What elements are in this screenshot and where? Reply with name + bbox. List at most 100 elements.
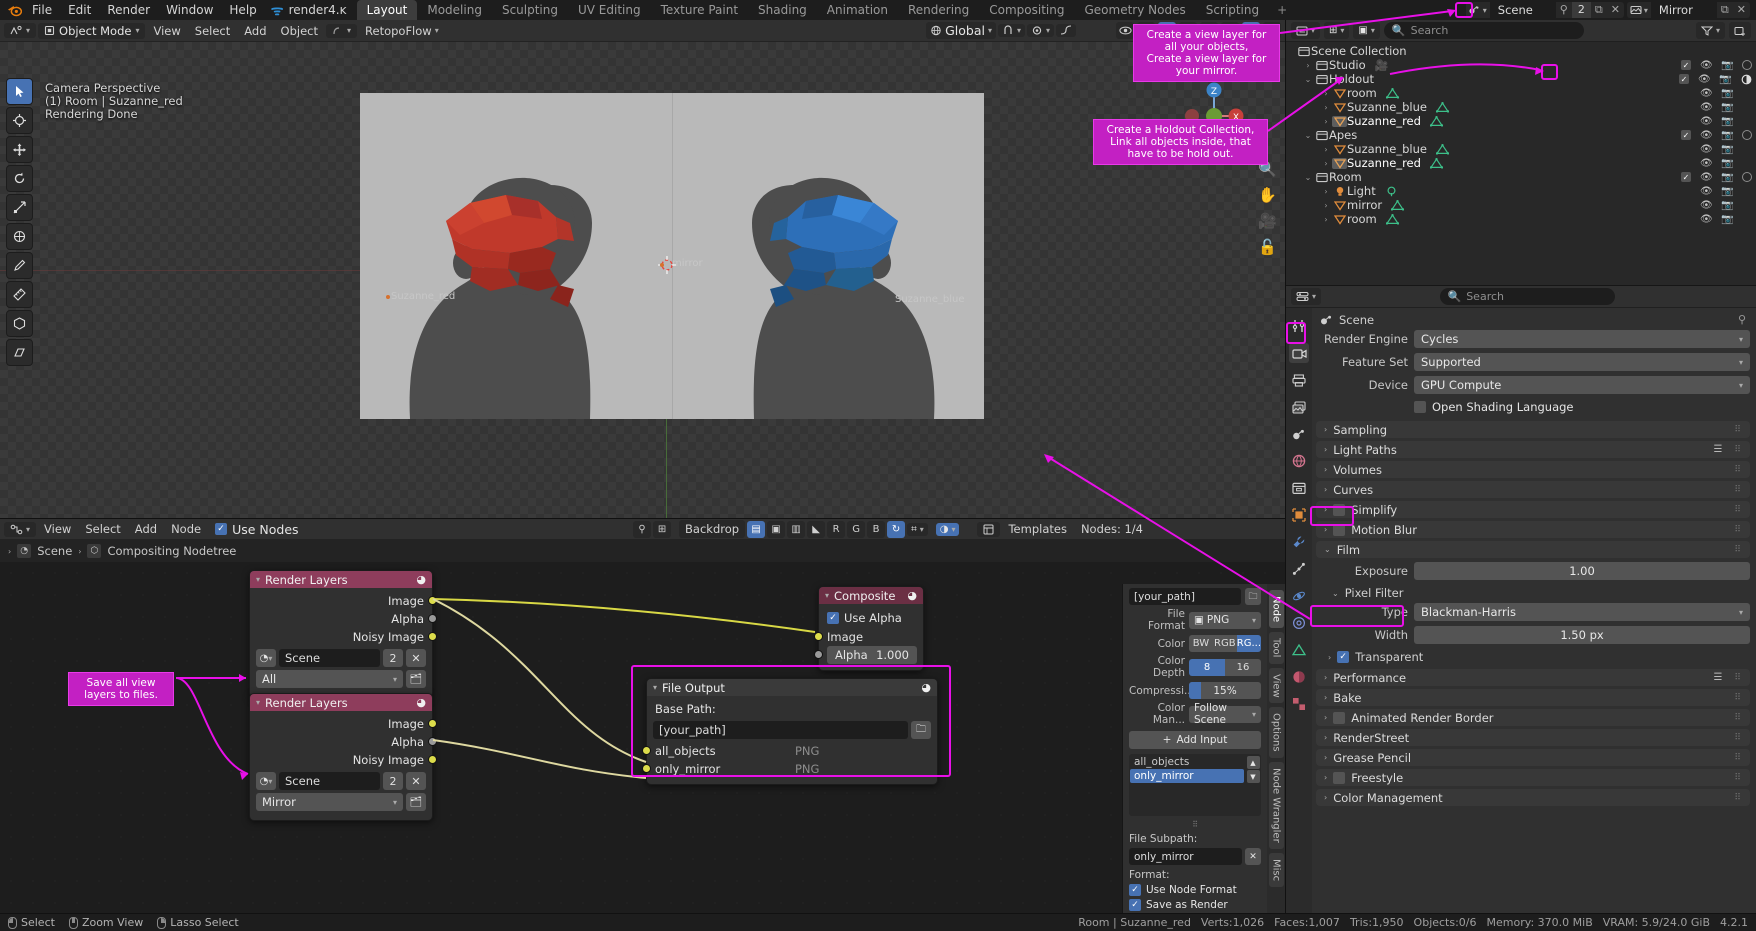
shading-wireframe-icon[interactable]: ○: [1200, 22, 1218, 39]
subpanel-pixel-filter[interactable]: ⌄ Pixel Filter: [1316, 584, 1750, 602]
viewport-canvas[interactable]: Camera Perspective (1) Room | Suzanne_re…: [0, 42, 1285, 518]
folder-browse-icon[interactable]: 🗀: [1245, 588, 1261, 605]
tab-shading[interactable]: Shading: [748, 0, 817, 20]
expand-arrow-icon[interactable]: ›: [1320, 117, 1332, 126]
new-collection-button[interactable]: [1729, 22, 1751, 39]
list-item[interactable]: only_mirror: [1130, 769, 1244, 783]
tool-add-cube[interactable]: [6, 310, 33, 337]
feature-set-dropdown[interactable]: Supported ▾: [1414, 353, 1750, 371]
panel-simplify[interactable]: › Simplify ⠿: [1316, 501, 1750, 518]
render-camera-icon[interactable]: 📷: [1721, 186, 1733, 197]
auto-render-icon[interactable]: ↻: [887, 520, 906, 538]
visibility-eye-icon[interactable]: 👁: [1700, 102, 1713, 113]
camera-view-icon[interactable]: 🎥: [1258, 212, 1277, 230]
panel-film[interactable]: ⌄ Film ⠿: [1316, 541, 1750, 558]
tab-scene[interactable]: [1289, 424, 1309, 444]
device-dropdown[interactable]: GPU Compute ▾: [1414, 376, 1750, 394]
properties-editor-type-button[interactable]: ▾: [1291, 288, 1322, 305]
mesh-data-icon[interactable]: [1429, 157, 1443, 169]
viewlayer-name-field[interactable]: Mirror: [1650, 2, 1717, 18]
color-option-bw[interactable]: BW: [1189, 635, 1213, 652]
menu-file[interactable]: File: [24, 1, 60, 19]
panel-grip-icon[interactable]: ⠿: [1734, 525, 1742, 535]
collapse-arrow-icon[interactable]: ⌄: [1302, 173, 1314, 182]
tab-object[interactable]: [1289, 505, 1309, 525]
scene-name-field[interactable]: Scene: [1489, 2, 1556, 18]
panel-grip-icon[interactable]: ⠿: [1734, 733, 1742, 743]
render-camera-icon[interactable]: 📷: [1721, 200, 1733, 211]
object-mode-dropdown[interactable]: Object Mode ▾: [38, 22, 146, 39]
holdout-circle-icon[interactable]: [1742, 60, 1752, 70]
freestyle-checkbox[interactable]: [1333, 771, 1346, 784]
sidebar-tab-node[interactable]: Node: [1268, 590, 1284, 629]
holdout-circle-icon[interactable]: [1742, 130, 1752, 140]
scene-icon[interactable]: ▾: [1465, 2, 1490, 18]
sidebar-tab-view[interactable]: View: [1268, 667, 1284, 704]
transform-orientation-dropdown[interactable]: Global ▾: [926, 22, 996, 39]
render-camera-icon[interactable]: 📷: [1721, 172, 1733, 183]
channel-r-button[interactable]: R: [827, 520, 846, 538]
tab-physics[interactable]: [1289, 586, 1309, 606]
tab-texture-paint[interactable]: Texture Paint: [651, 0, 748, 20]
tab-data[interactable]: [1289, 640, 1309, 660]
viewport-menu-select[interactable]: Select: [189, 22, 236, 40]
render-camera-icon[interactable]: 📷: [1721, 130, 1733, 141]
compositor-menu-select[interactable]: Select: [79, 520, 126, 538]
render-camera-icon[interactable]: 📷: [1721, 116, 1733, 127]
color-depth-8[interactable]: 8: [1189, 658, 1225, 676]
add-input-button[interactable]: + Add Input: [1129, 731, 1261, 749]
filter-width-field[interactable]: 1.50 px: [1414, 626, 1750, 644]
outliner-row-room[interactable]: ⌄ Room ✓ 👁 📷: [1286, 170, 1756, 184]
color-mode-segmented[interactable]: BW RGB RG...: [1189, 635, 1261, 652]
snap-toggle[interactable]: ▾: [997, 24, 1025, 37]
visibility-eye-icon[interactable]: 👁: [1700, 88, 1713, 99]
file-subpath-field[interactable]: only_mirror: [1129, 848, 1242, 865]
outliner-row-holdout-room[interactable]: › room 👁 📷: [1286, 86, 1756, 100]
tab-animation[interactable]: Animation: [817, 0, 898, 20]
tab-output[interactable]: [1289, 370, 1309, 390]
visibility-eye-icon[interactable]: 👁: [1700, 130, 1713, 141]
menu-edit[interactable]: Edit: [60, 1, 99, 19]
panel-grip-icon[interactable]: ⠿: [1734, 505, 1742, 515]
mesh-data-icon[interactable]: [1385, 87, 1399, 99]
shading-preview-dropdown[interactable]: ◑ ▾: [935, 522, 960, 536]
exposure-field[interactable]: 1.00: [1414, 562, 1750, 580]
pin-node-icon[interactable]: ⚲: [633, 520, 652, 538]
use-nodes-toggle[interactable]: ✓ Use Nodes: [209, 522, 304, 537]
visibility-eye-icon[interactable]: 👁: [1700, 172, 1713, 183]
visibility-toggle-icon[interactable]: [1116, 22, 1134, 39]
outliner-row-holdout[interactable]: ⌄ Holdout ✓ 👁 📷: [1286, 72, 1756, 86]
snapping-dropdown[interactable]: ⌗ ▾: [907, 522, 928, 536]
tab-tool[interactable]: [1289, 316, 1309, 336]
tool-cursor[interactable]: [6, 107, 33, 134]
snap-mode-button[interactable]: ▾: [326, 23, 358, 38]
panel-animated-render-border[interactable]: › Animated Render Border ⠿: [1316, 709, 1750, 726]
collection-enable-checkbox[interactable]: ✓: [1681, 172, 1691, 182]
compositor-canvas[interactable]: ▾ Render Layers ◕ Image Alpha Noisy Imag…: [0, 562, 1285, 913]
visibility-eye-icon[interactable]: 👁: [1700, 144, 1713, 155]
panel-curves[interactable]: › Curves ⠿: [1316, 481, 1750, 498]
backdrop-alpha-icon[interactable]: ▣: [767, 520, 786, 538]
render-camera-icon[interactable]: 📷: [1721, 158, 1733, 169]
add-workspace-button[interactable]: +: [1269, 0, 1295, 20]
panel-grease-pencil[interactable]: › Grease Pencil ⠿: [1316, 749, 1750, 766]
color-depth-segmented[interactable]: 8 16: [1189, 658, 1261, 676]
panel-color-management[interactable]: › Color Management ⠿: [1316, 789, 1750, 806]
viewport-menu-view[interactable]: View: [147, 22, 186, 40]
tool-measure[interactable]: [6, 281, 33, 308]
tab-material[interactable]: [1289, 667, 1309, 687]
collapse-arrow-icon[interactable]: ⌄: [1302, 131, 1314, 140]
list-item[interactable]: all_objects: [1130, 755, 1244, 769]
render-camera-icon[interactable]: 📷: [1719, 74, 1731, 85]
visibility-eye-icon[interactable]: 👁: [1700, 214, 1713, 225]
expand-arrow-icon[interactable]: ›: [1320, 89, 1332, 98]
save-as-render-checkbox[interactable]: ✓: [1129, 899, 1141, 911]
transparent-checkbox[interactable]: ✓: [1337, 651, 1350, 663]
subpanel-transparent[interactable]: › ✓ Transparent: [1316, 648, 1750, 666]
navigation-gizmo[interactable]: Z X: [1179, 76, 1249, 146]
collapse-arrow-icon[interactable]: ⌄: [1302, 75, 1314, 84]
panel-bake[interactable]: › Bake ⠿: [1316, 689, 1750, 706]
move-down-icon[interactable]: ▼: [1246, 770, 1260, 783]
mesh-data-icon[interactable]: [1429, 115, 1443, 127]
viewlayer-selector[interactable]: ▾ Mirror ⧉ ✕: [1626, 2, 1750, 18]
